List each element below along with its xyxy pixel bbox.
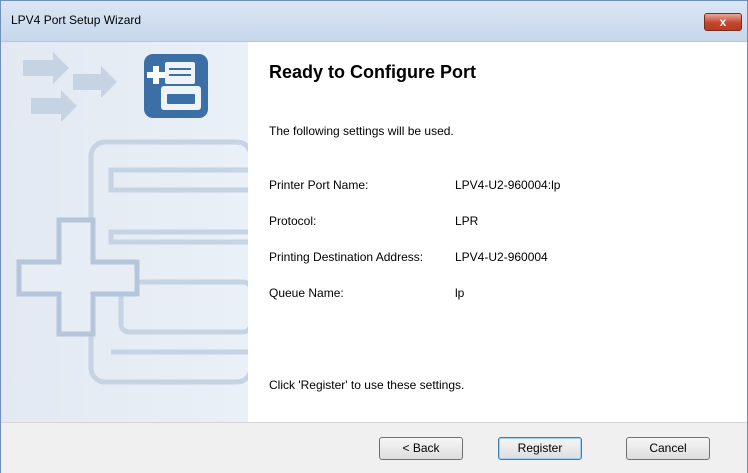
setting-value: LPV4-U2-960004 (455, 250, 548, 264)
title-bar: LPV4 Port Setup Wizard x (1, 1, 747, 42)
setting-label: Protocol: (269, 214, 317, 228)
window-title: LPV4 Port Setup Wizard (11, 13, 142, 27)
setting-label: Printer Port Name: (269, 178, 369, 192)
wizard-window: LPV4 Port Setup Wizard x Ready to Config… (0, 0, 748, 473)
wizard-banner (1, 42, 248, 422)
page-title: Ready to Configure Port (269, 62, 477, 82)
arrows-graphic (23, 52, 117, 122)
setting-row-destination: Printing Destination Address: LPV4-U2-96… (269, 250, 739, 266)
close-button[interactable]: x (704, 13, 742, 31)
setting-value: LPV4-U2-960004:lp (455, 178, 561, 192)
page-subtitle: The following settings will be used. (269, 124, 454, 138)
setting-row-port-name: Printer Port Name: LPV4-U2-960004:lp (269, 178, 739, 194)
wizard-content: Ready to Configure Port The following se… (1, 42, 747, 422)
back-button[interactable]: < Back (379, 437, 463, 460)
setting-label: Queue Name: (269, 286, 344, 300)
register-button[interactable]: Register (498, 437, 582, 460)
setting-value: LPR (455, 214, 479, 228)
button-bar: < Back Register Cancel (1, 422, 747, 473)
instruction-text: Click 'Register' to use these settings. (269, 378, 465, 392)
banner-artwork (16, 52, 248, 385)
setting-value: lp (455, 286, 465, 300)
setting-row-queue-name: Queue Name: lp (269, 286, 739, 302)
printer-port-icon (144, 54, 208, 118)
setting-label: Printing Destination Address: (269, 250, 424, 264)
wizard-main: Ready to Configure Port The following se… (269, 42, 739, 422)
setting-row-protocol: Protocol: LPR (269, 214, 739, 230)
cancel-button[interactable]: Cancel (626, 437, 710, 460)
